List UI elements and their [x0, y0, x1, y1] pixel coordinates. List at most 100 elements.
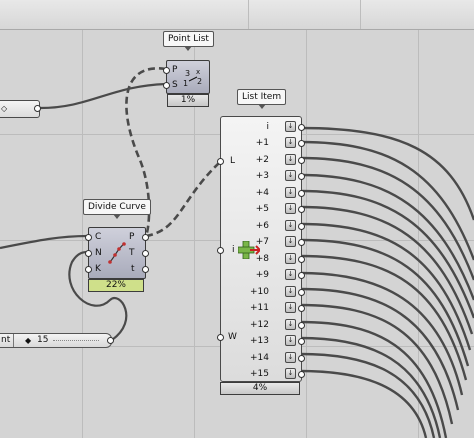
svg-text:3: 3 — [185, 69, 190, 78]
output-grip[interactable] — [298, 239, 305, 246]
list-item-footer: 4% — [220, 382, 300, 395]
output-grip[interactable] — [298, 305, 305, 312]
point-list-tag: Point List — [163, 31, 214, 51]
svg-text:2: 2 — [197, 77, 202, 86]
list-item-output-row[interactable]: +12 ↓ — [221, 317, 305, 333]
list-item-output-row[interactable]: +2 ↓ — [221, 152, 305, 168]
output-grip[interactable] — [298, 206, 305, 213]
divide-curve-grip-n[interactable] — [85, 250, 92, 257]
output-label: +13 — [250, 336, 269, 346]
diamond-icon: ◇ — [1, 104, 8, 113]
arrow-down-icon[interactable]: ↓ — [285, 186, 296, 198]
output-label: +3 — [255, 171, 269, 181]
list-item-output-row[interactable]: +4 ↓ — [221, 185, 305, 201]
list-item-output-row[interactable]: +14 ↓ — [221, 350, 305, 366]
output-label: i — [266, 122, 269, 132]
list-item-output-row[interactable]: +3 ↓ — [221, 168, 305, 184]
wire-dashed[interactable] — [145, 161, 221, 238]
output-wire-bundle — [299, 126, 474, 438]
output-grip[interactable] — [298, 140, 305, 147]
divide-curve-component[interactable]: C N K P T t — [85, 227, 149, 279]
number-slider[interactable]: nt ◆ 15 — [0, 333, 114, 348]
arrow-down-icon[interactable]: ↓ — [285, 137, 296, 148]
arrow-down-icon[interactable]: ↓ — [285, 219, 296, 231]
arrow-down-icon[interactable]: ↓ — [285, 285, 296, 297]
output-label: +2 — [255, 154, 269, 165]
arrow-down-icon[interactable]: ↓ — [285, 153, 296, 165]
arrow-down-icon[interactable]: ↓ — [285, 121, 296, 132]
arrow-down-icon[interactable]: ↓ — [285, 368, 296, 379]
arrow-down-icon[interactable]: ↓ — [285, 203, 296, 214]
output-label: +10 — [250, 286, 269, 297]
point-list-input-s[interactable]: S — [172, 80, 178, 90]
output-grip[interactable] — [34, 105, 41, 112]
divide-curve-grip-k[interactable] — [85, 266, 92, 273]
arrow-down-icon[interactable]: ↓ — [285, 170, 296, 181]
divide-curve-output-tparam[interactable]: t — [131, 264, 135, 274]
list-item-output-row[interactable]: +13 ↓ — [221, 333, 305, 349]
list-item-component[interactable]: L i W i ↓ +1 ↓ +2 ↓ +3 ↓ +4 ↓ +5 ↓ +6 ↓ … — [217, 116, 305, 382]
list-item-output-row[interactable]: +1 ↓ — [221, 135, 305, 151]
output-label: +9 — [255, 270, 269, 280]
point-list-component[interactable]: P S 3 x 1 2 — [163, 60, 210, 94]
arrow-down-icon[interactable]: ↓ — [285, 302, 296, 313]
point-list-footer: 1% — [167, 94, 209, 107]
output-label: +6 — [255, 220, 269, 231]
arrow-down-icon[interactable]: ↓ — [285, 236, 296, 247]
slider-diamond-icon[interactable]: ◆ — [25, 334, 31, 347]
left-param-partial[interactable]: ◇ — [0, 100, 41, 118]
list-item-output-row[interactable]: +9 ↓ — [221, 267, 305, 283]
list-item-output-row[interactable]: +11 ↓ — [221, 300, 305, 316]
list-item-output-row[interactable]: +10 ↓ — [221, 284, 305, 300]
svg-text:1: 1 — [183, 79, 188, 88]
divide-curve-icon — [108, 242, 126, 264]
output-label: +4 — [255, 187, 269, 198]
arrow-down-icon[interactable]: ↓ — [285, 351, 296, 363]
divide-curve-input-c[interactable]: C — [95, 232, 101, 242]
list-item-output-row[interactable]: +8 ↓ — [221, 251, 305, 267]
slider-track[interactable] — [53, 340, 99, 341]
output-grip[interactable] — [298, 189, 305, 197]
arrow-down-icon[interactable]: ↓ — [285, 252, 296, 264]
divide-curve-output-t[interactable]: T — [129, 248, 135, 258]
point-list-grip-p[interactable] — [163, 67, 170, 74]
slider-value: 15 — [37, 335, 49, 345]
divide-curve-input-n[interactable]: N — [95, 248, 102, 258]
divide-curve-grip-c[interactable] — [85, 234, 92, 241]
point-list-grip-s[interactable] — [163, 82, 170, 89]
arrow-down-icon[interactable]: ↓ — [285, 269, 296, 280]
list-item-output-row[interactable]: +7 ↓ — [221, 234, 305, 250]
output-grip[interactable] — [298, 156, 305, 164]
list-item-output-row[interactable]: +6 ↓ — [221, 218, 305, 234]
output-label: +8 — [255, 253, 269, 264]
arrow-down-icon[interactable]: ↓ — [285, 318, 296, 330]
output-grip[interactable] — [298, 338, 305, 345]
arrow-down-icon[interactable]: ↓ — [285, 335, 296, 346]
divide-curve-grip-t-out[interactable] — [142, 250, 149, 257]
output-grip[interactable] — [298, 272, 305, 279]
divide-curve-output-p[interactable]: P — [129, 232, 134, 242]
output-grip[interactable] — [298, 354, 305, 362]
divide-curve-grip-p-out[interactable] — [142, 234, 149, 241]
output-grip[interactable] — [298, 371, 305, 378]
divide-curve-input-k[interactable]: K — [95, 264, 101, 274]
output-grip[interactable] — [298, 124, 305, 131]
output-label: +12 — [250, 319, 269, 330]
slider-output-grip[interactable] — [107, 337, 114, 344]
output-grip[interactable] — [298, 255, 305, 263]
wire[interactable] — [39, 82, 167, 110]
output-grip[interactable] — [298, 288, 305, 296]
list-item-output-row[interactable]: +5 ↓ — [221, 201, 305, 217]
wire[interactable] — [0, 234, 89, 250]
output-label: +14 — [250, 352, 269, 363]
output-grip[interactable] — [298, 321, 305, 329]
list-item-output-row[interactable]: +15 ↓ — [221, 366, 305, 382]
output-label: +5 — [255, 204, 269, 214]
slider-divider — [13, 334, 14, 347]
point-list-input-p[interactable]: P — [172, 65, 177, 75]
divide-curve-grip-tparam-out[interactable] — [142, 266, 149, 273]
svg-text:x: x — [196, 68, 200, 76]
output-grip[interactable] — [298, 173, 305, 180]
output-grip[interactable] — [298, 222, 305, 230]
list-item-output-row[interactable]: i ↓ — [221, 119, 305, 135]
